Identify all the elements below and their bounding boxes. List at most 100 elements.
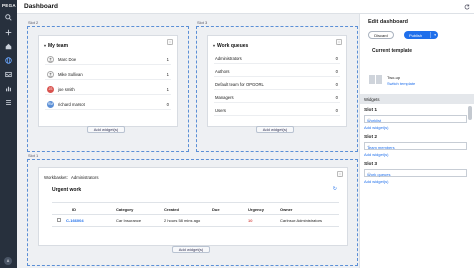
plus-icon[interactable] — [4, 28, 13, 37]
widget-menu-icon[interactable]: ⋮ — [167, 39, 173, 45]
member-count: 1 — [166, 57, 169, 62]
case-id-link[interactable]: C-166004 — [66, 218, 84, 223]
queue-name: Authors — [215, 69, 230, 74]
avatar — [47, 70, 54, 78]
list-item[interactable]: Managers 0 — [214, 92, 340, 103]
panel-widget-item[interactable]: Team members ⋮ — [364, 142, 467, 150]
member-count: 0 — [166, 102, 169, 107]
chart-icon[interactable] — [4, 84, 13, 93]
member-count: 1 — [166, 87, 169, 92]
switch-template-link[interactable]: Switch template — [387, 81, 415, 86]
avatar: RM — [47, 100, 54, 108]
queue-name: Users — [215, 108, 226, 113]
my-team-card: ⋮ ▾ My team Marc Doe 1 Mike Sullivan 1 JS joe … — [38, 35, 178, 127]
queue-count: 0 — [335, 82, 338, 87]
brand-logo: PEGA — [2, 3, 16, 8]
panel-add-widget-link[interactable]: Add widget(s) — [364, 152, 388, 157]
chevron-down-icon[interactable]: ▾ — [213, 43, 215, 48]
user-avatar[interactable]: A — [4, 257, 12, 265]
panel-slot-label: Slot 2 — [364, 135, 378, 140]
add-widget-button-slot1[interactable]: Add widget(s) — [172, 246, 210, 253]
column-header-created[interactable]: Created — [164, 207, 179, 212]
bulk-icon[interactable] — [4, 98, 13, 107]
panel-add-widget-link[interactable]: Add widget(s) — [364, 125, 388, 130]
page-title: Dashboard — [24, 3, 58, 10]
publish-button[interactable]: Publish ▾ — [404, 31, 438, 39]
slot-2-label: Slot 2 — [28, 20, 39, 25]
created-cell: 2 hours 58 mins ago — [164, 218, 201, 223]
queue-count: 0 — [335, 69, 338, 74]
discard-button[interactable]: Discard — [368, 31, 394, 39]
queue-count: 0 — [335, 56, 338, 61]
urgent-work-table: ID Category Created Due Urgency Owner C-… — [52, 202, 339, 233]
template-thumbnail — [369, 75, 382, 84]
column-header-due[interactable]: Due — [212, 207, 220, 212]
panel-title: Edit dashboard — [368, 19, 409, 25]
my-team-title: ▾ My team — [44, 43, 69, 49]
column-header-category[interactable]: Category — [116, 207, 133, 212]
avatar — [47, 55, 54, 63]
column-header-urgency[interactable]: Urgency — [248, 207, 264, 212]
more-icon[interactable]: ⋮ — [367, 117, 464, 122]
publish-separator — [430, 32, 431, 38]
work-queues-title: ▾ Work queues — [213, 43, 249, 49]
list-item[interactable]: Default team for OPGORL 0 — [214, 79, 340, 90]
header-bar: Dashboard — [17, 0, 474, 14]
table-row: C-166004 Car Insurance 2 hours 58 mins a… — [52, 215, 339, 227]
panel-add-widget-link[interactable]: Add widget(s) — [364, 179, 388, 184]
widgets-header-label: Widgets — [364, 97, 380, 102]
more-icon[interactable]: ⋮ — [367, 144, 464, 149]
widgets-header: Widgets — [360, 94, 474, 104]
globe-icon[interactable] — [4, 56, 13, 65]
refresh-icon[interactable]: ↻ — [333, 186, 337, 192]
queue-count: 0 — [335, 95, 338, 100]
current-template-heading: Current template — [372, 48, 413, 54]
member-count: 1 — [166, 72, 169, 77]
category-cell: Car Insurance — [116, 218, 142, 223]
urgent-work-title: Urgent work — [52, 187, 82, 193]
work-queues-card: ⋮ ▾ Work queues Administrators 0 Authors 0 De… — [207, 35, 347, 127]
slot-1-label: Slot 1 — [28, 153, 39, 158]
queue-count: 0 — [335, 108, 338, 113]
member-name: Marc Doe — [58, 57, 77, 62]
list-item[interactable]: Administrators 0 — [214, 53, 340, 64]
inbox-icon[interactable] — [4, 70, 13, 79]
widget-menu-icon[interactable]: ⋮ — [337, 171, 343, 177]
queue-name: Managers — [215, 95, 234, 100]
widget-menu-icon[interactable]: ⋮ — [336, 39, 342, 45]
list-item[interactable]: Marc Doe 1 — [45, 54, 171, 65]
avatar: JS — [47, 85, 54, 93]
list-item[interactable]: Users 0 — [214, 105, 340, 116]
workbasket-selector[interactable]: Workbasket: Administrators — [44, 175, 98, 180]
panel-widget-item[interactable]: Worklist ⋮ — [364, 115, 467, 123]
search-icon[interactable] — [4, 13, 13, 22]
list-item[interactable]: Mike Sullivan 1 — [45, 69, 171, 80]
row-checkbox[interactable] — [57, 218, 61, 222]
chevron-down-icon[interactable]: ▾ — [44, 43, 46, 48]
urgency-cell: 10 — [248, 218, 253, 223]
template-name: Two-up — [387, 75, 401, 80]
workbasket-label: Workbasket: — [44, 175, 68, 180]
list-item[interactable]: Authors 0 — [214, 66, 340, 77]
urgent-work-card: ⋮ Workbasket: Administrators Urgent work… — [38, 167, 348, 246]
publish-label: Publish — [409, 33, 423, 38]
member-name: joe smith — [58, 87, 75, 92]
column-header-id[interactable]: ID — [72, 207, 76, 212]
panel-widget-item[interactable]: Work queues ⋮ — [364, 169, 467, 177]
panel-slot-label: Slot 3 — [364, 162, 378, 167]
column-header-owner[interactable]: Owner — [280, 207, 292, 212]
panel-scrollbar[interactable] — [468, 106, 472, 120]
list-item[interactable]: RM richard marsot 0 — [45, 99, 171, 110]
chevron-down-icon[interactable]: ▾ — [434, 33, 436, 37]
add-widget-button-slot2[interactable]: Add widget(s) — [87, 126, 125, 133]
queue-name: Default team for OPGORL — [215, 82, 264, 87]
home-icon[interactable] — [4, 42, 13, 51]
refresh-icon[interactable] — [463, 3, 470, 10]
add-widget-button-slot3[interactable]: Add widget(s) — [256, 126, 294, 133]
table-header-row: ID Category Created Due Urgency Owner — [52, 204, 339, 215]
list-item[interactable]: JS joe smith 1 — [45, 84, 171, 95]
dashboard-canvas: Slot 2 ⋮ ▾ My team Marc Doe 1 Mike Sullivan… — [17, 14, 358, 268]
edit-dashboard-panel: Edit dashboard Discard Publish ▾ Current… — [359, 14, 474, 268]
more-icon[interactable]: ⋮ — [367, 171, 464, 176]
app-rail: PEGA A — [0, 0, 17, 268]
